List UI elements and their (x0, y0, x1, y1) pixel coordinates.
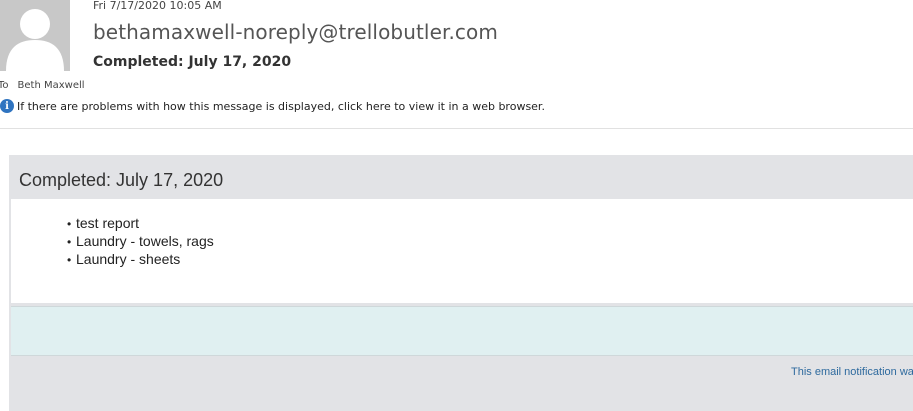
completed-items-list: test report Laundry - towels, rags Laund… (67, 215, 214, 269)
list-item: Laundry - sheets (67, 251, 214, 269)
card-sub-band (11, 306, 913, 356)
list-item: test report (67, 215, 214, 233)
list-item: Laundry - towels, rags (67, 233, 214, 251)
to-label: To (0, 80, 9, 91)
infobar-text[interactable]: If there are problems with how this mess… (17, 100, 545, 113)
display-problem-infobar[interactable]: i If there are problems with how this me… (0, 99, 545, 113)
card-title: Completed: July 17, 2020 (19, 170, 224, 190)
email-reading-pane: Fri 7/17/2020 10:05 AM bethamaxwell-nore… (0, 0, 913, 411)
sender-address[interactable]: bethamaxwell-noreply@trellobutler.com (93, 20, 498, 44)
received-date: Fri 7/17/2020 10:05 AM (93, 0, 222, 12)
header-divider (0, 128, 913, 129)
recipient-row: To Beth Maxwell (0, 80, 85, 91)
email-body-card: Completed: July 17, 2020 test report Lau… (9, 155, 913, 411)
sender-avatar[interactable] (0, 0, 70, 71)
info-icon: i (0, 99, 14, 113)
notification-footer-text: This email notification was (791, 366, 913, 378)
card-content: test report Laundry - towels, rags Laund… (11, 199, 913, 303)
recipient-name[interactable]: Beth Maxwell (18, 80, 85, 91)
email-subject: Completed: July 17, 2020 (93, 54, 292, 70)
person-icon (0, 0, 70, 71)
